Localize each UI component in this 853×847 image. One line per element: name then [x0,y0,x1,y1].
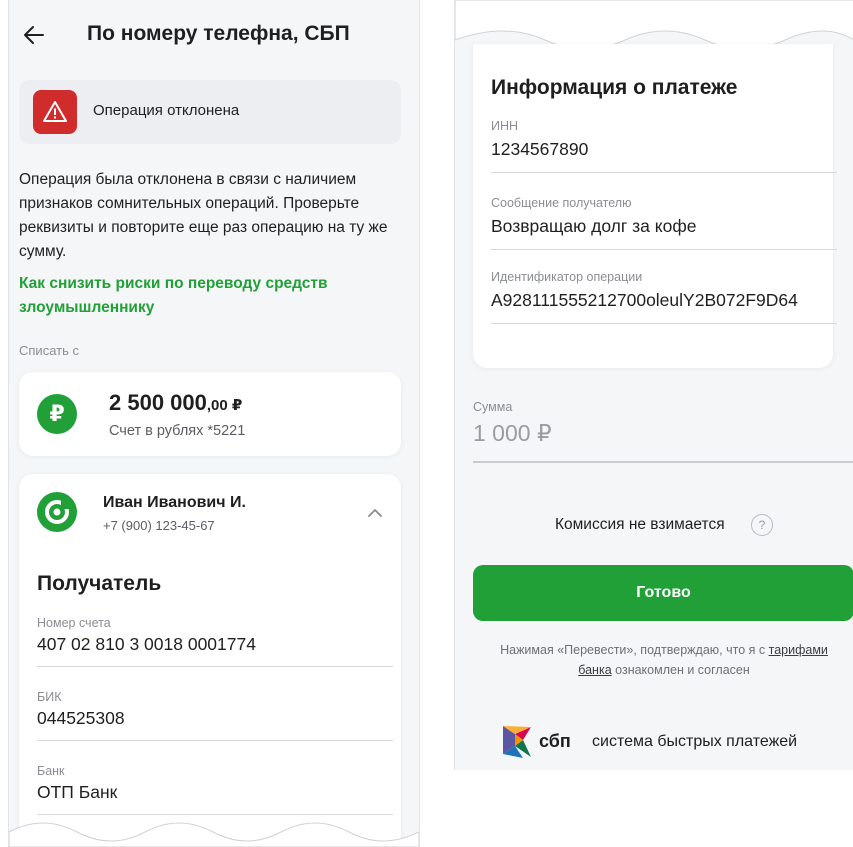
help-icon[interactable]: ? [751,514,773,536]
field-label: ИНН [491,119,519,133]
field-label: Номер счета [37,616,111,630]
recipient-phone: +7 (900) 123-45-67 [103,518,215,533]
decline-description: Операция была отклонена в связи с наличи… [19,171,388,260]
bank-field: Банк ОТП Банк [37,764,393,815]
warning-icon [33,90,77,134]
legal-suffix: ознакомлен и согласен [615,663,750,677]
payment-info-card: Информация о платеже ИНН 1234567890 Сооб… [473,44,837,368]
balance-amount: 2 500 000 [109,390,207,415]
risk-info-link[interactable]: Как снизить риски по переводу средств зл… [19,272,379,320]
field-label: Идентификатор операции [491,270,643,284]
bik-field: БИК 044525308 [37,690,393,741]
inn-field: ИНН 1234567890 [491,119,837,173]
divider [491,323,837,324]
sum-underline [473,461,853,463]
divider [491,249,837,250]
fee-text: Комиссия не взимается [555,516,725,533]
balance-cents: ,00 ₽ [206,397,243,414]
sbp-logo-icon [499,724,535,765]
divider [491,172,837,173]
field-value: Возвращаю долг за кофе [491,216,697,236]
legal-text: Нажимая «Перевести», подтверждаю, что я … [491,640,837,680]
operation-declined-screen: По номеру телефна, СБП Операция отклонен… [8,0,420,847]
field-value: 1234567890 [491,139,589,159]
chevron-up-icon[interactable] [367,505,383,523]
field-label: Сообщение получателю [491,196,632,210]
header: По номеру телефна, СБП [9,0,419,78]
payment-info-title: Информация о платеже [491,76,738,99]
recipient-section-title: Получатель [37,572,162,595]
operation-id-field: Идентификатор операции A928111555212700o… [491,270,837,324]
field-value: A928111555212700oleulY2B072F9D64 [491,290,798,310]
account-name: Счет в рублях *5221 [109,423,246,439]
sum-value: 1 000 ₽ [473,420,552,446]
account-balance: 2 500 000,00 ₽ [109,390,242,416]
sum-label: Сумма [473,400,513,414]
divider [37,740,393,741]
ruble-icon: ₽ [37,394,77,434]
divider [37,666,393,667]
legal-prefix: Нажимая «Перевести», подтверждаю, что я … [500,643,766,657]
page-title: По номеру телефна, СБП [87,22,350,45]
done-button[interactable]: Готово [473,565,853,621]
sbp-text: система быстрых платежей [592,733,798,750]
back-arrow-icon[interactable] [23,24,45,46]
alert-text: Операция отклонена [93,102,240,119]
account-card[interactable]: ₽ 2 500 000,00 ₽ Счет в рублях *5221 [19,372,401,456]
field-label: БИК [37,690,62,704]
torn-edge [9,822,419,847]
field-value: ОТП Банк [37,782,118,802]
account-number-field: Номер счета 407 02 810 3 0018 0001774 [37,616,393,667]
otp-bank-logo-icon [37,492,77,532]
recipient-name: Иван Иванович И. [103,494,246,511]
recipient-card: Иван Иванович И. +7 (900) 123-45-67 Полу… [19,474,401,847]
payment-info-screen: Информация о платеже ИНН 1234567890 Сооб… [454,0,853,770]
message-field: Сообщение получателю Возвращаю долг за к… [491,196,837,250]
sbp-brand: сбп [539,731,571,751]
declined-alert: Операция отклонена [19,80,401,144]
field-value: 407 02 810 3 0018 0001774 [37,634,256,654]
debit-from-label: Списать с [19,343,79,358]
field-label: Банк [37,764,65,778]
field-value: 044525308 [37,708,125,728]
divider [37,814,393,815]
